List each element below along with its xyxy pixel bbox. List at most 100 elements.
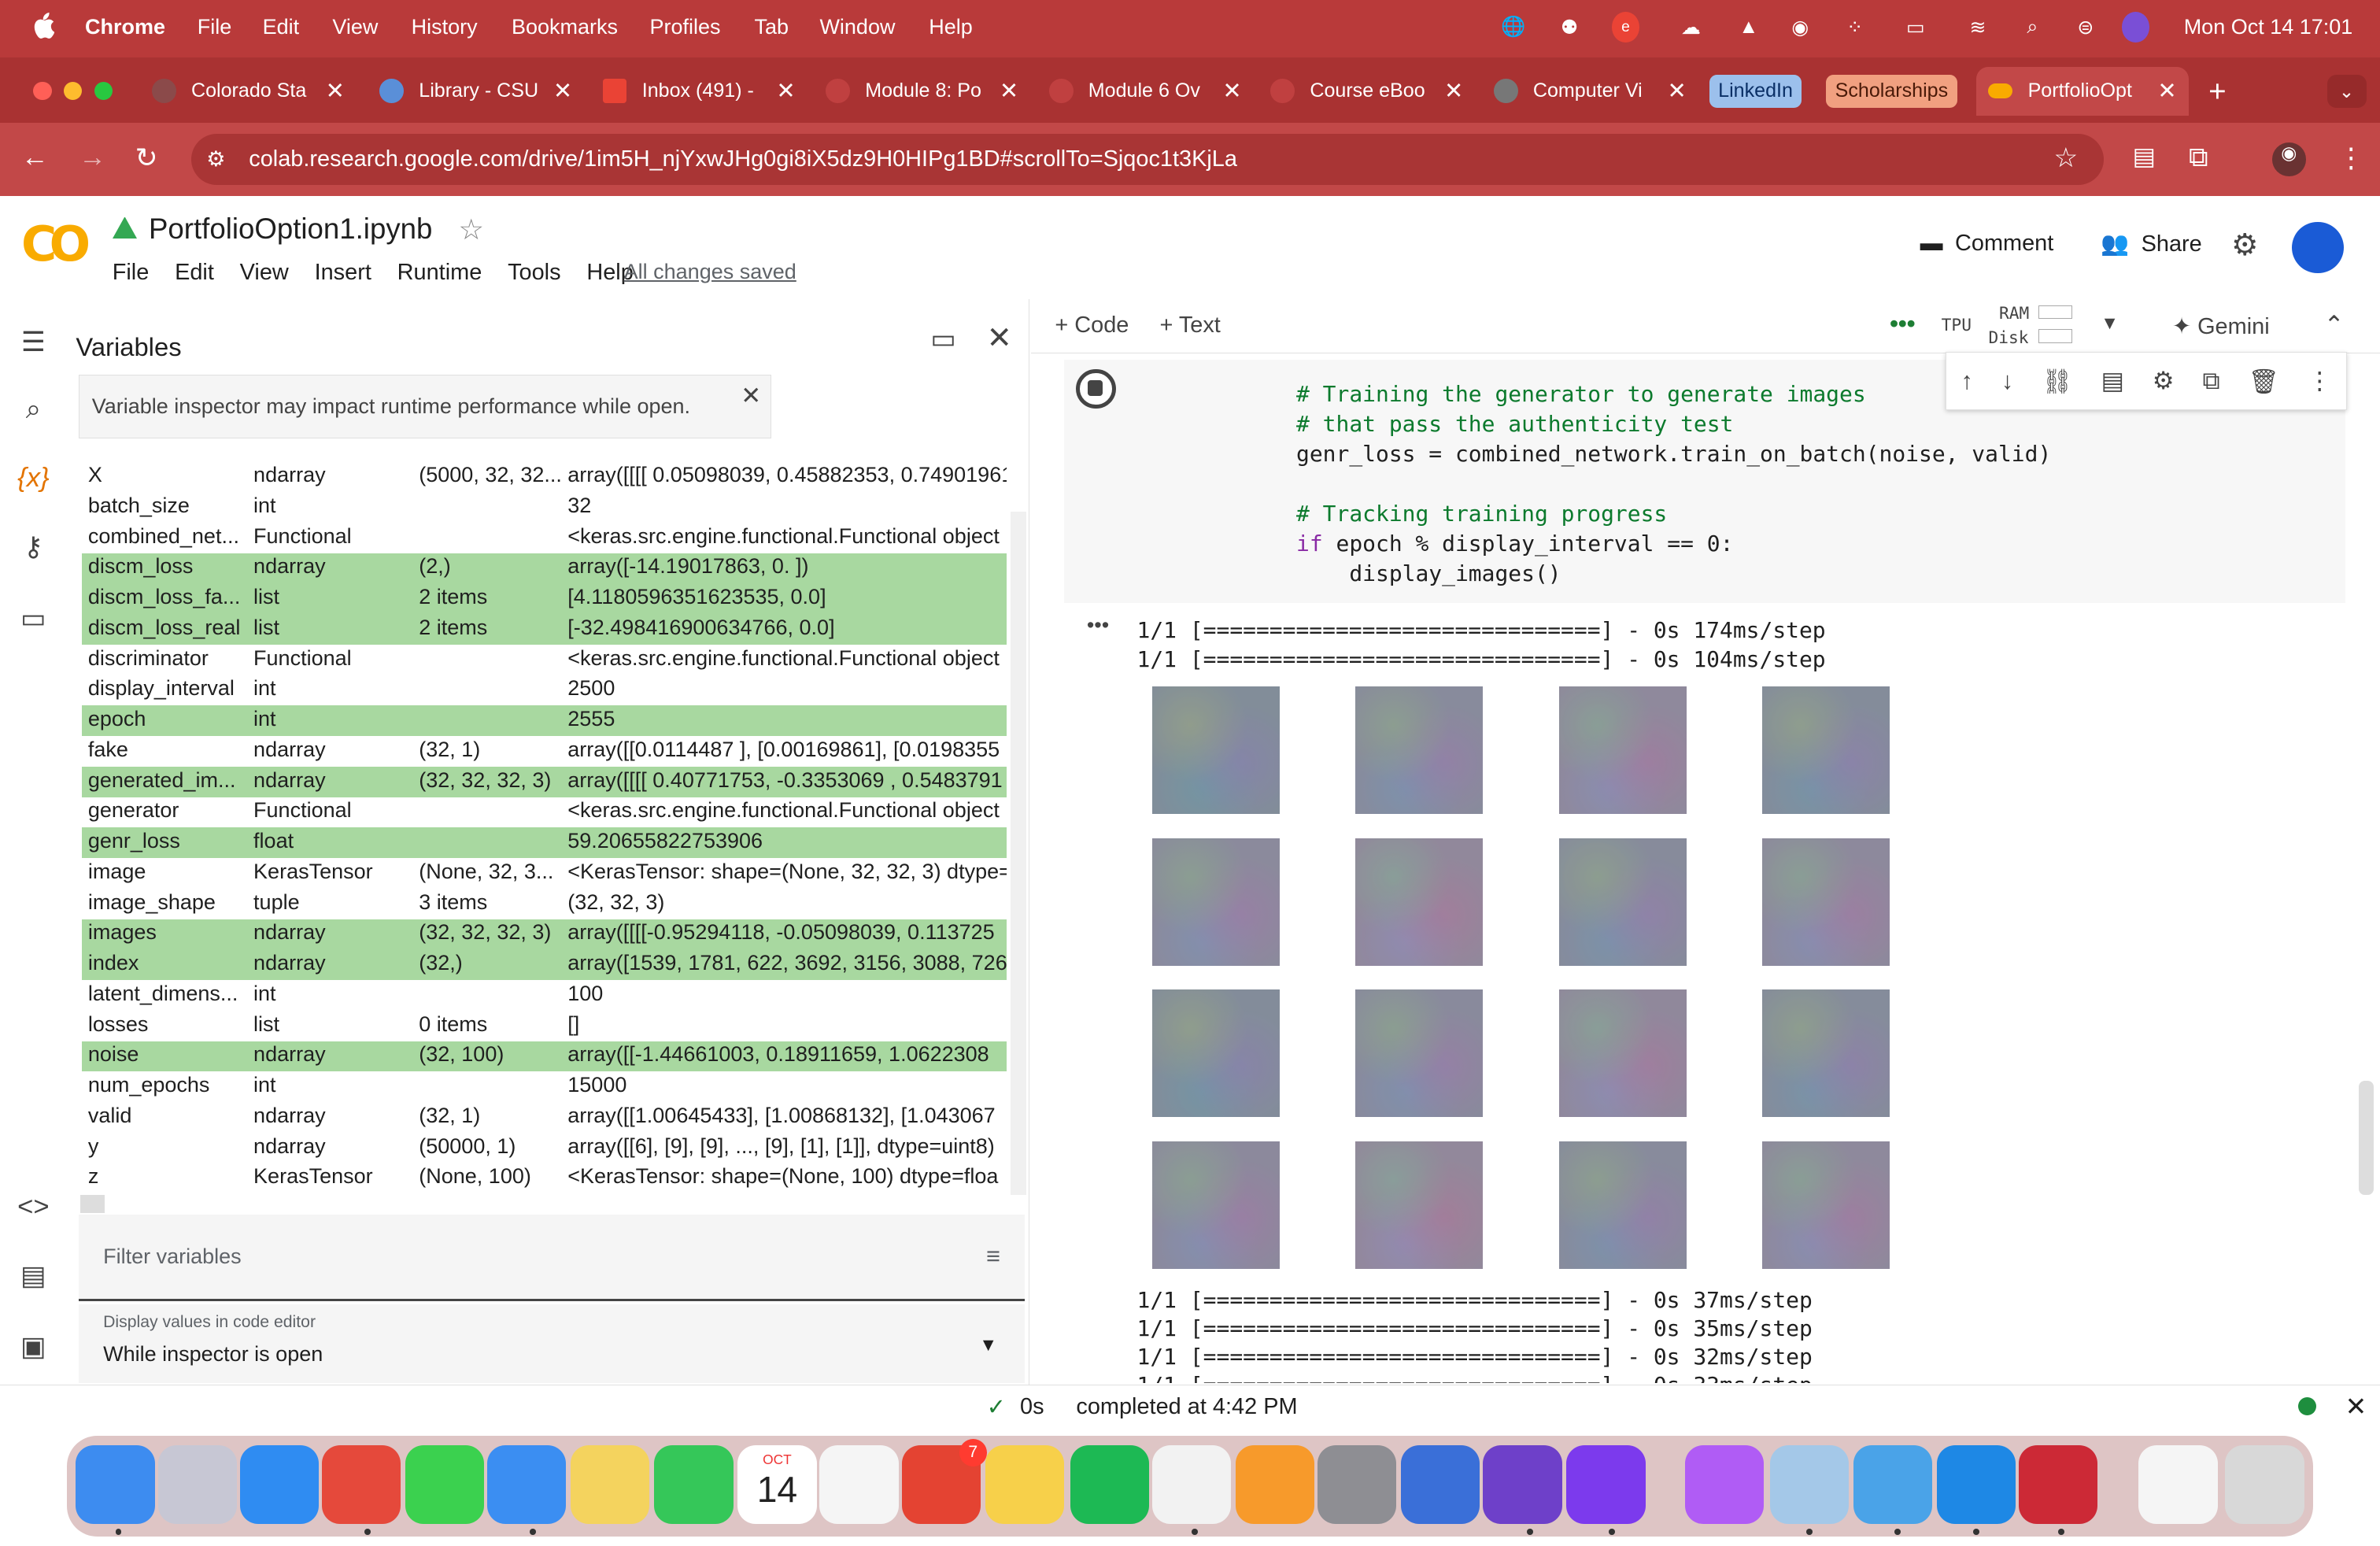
runtime-type[interactable]: TPU bbox=[1942, 316, 1972, 335]
more-dots-icon[interactable]: ••• bbox=[1890, 309, 1915, 338]
tab-close-icon[interactable]: ✕ bbox=[1000, 77, 1018, 105]
notebook-title[interactable]: PortfolioOption1.ipynb bbox=[149, 213, 432, 246]
menu-window[interactable]: Window bbox=[819, 15, 895, 39]
safari-icon[interactable] bbox=[239, 1445, 319, 1525]
finder-icon[interactable] bbox=[76, 1445, 155, 1525]
completed-status[interactable]: completed at 4:42 PM bbox=[1076, 1394, 1297, 1420]
variable-row[interactable]: losses list 0 items [] bbox=[82, 1011, 1007, 1041]
todoist-icon[interactable]: 7 bbox=[901, 1439, 987, 1525]
variable-row[interactable]: y ndarray (50000, 1) array([[6], [9], [9], … bbox=[82, 1133, 1007, 1163]
runtime-dropdown-icon[interactable]: ▼ bbox=[2101, 313, 2119, 334]
file-icon[interactable] bbox=[1151, 1445, 1232, 1525]
reminders-icon[interactable] bbox=[819, 1445, 899, 1525]
filter-variables-input[interactable]: Filter variables ≡ bbox=[79, 1214, 1025, 1301]
menu-insert[interactable]: Insert bbox=[315, 260, 371, 286]
tab-gmail-inbox[interactable]: Inbox (491) - ✕ bbox=[602, 67, 808, 116]
siri-icon[interactable] bbox=[2122, 12, 2149, 43]
preview-icon[interactable] bbox=[1769, 1445, 1850, 1525]
variable-row[interactable]: latent_dimens... int 100 bbox=[82, 980, 1007, 1011]
menu-bookmarks[interactable]: Bookmarks bbox=[512, 15, 618, 39]
vscode-icon[interactable] bbox=[1936, 1445, 2016, 1525]
link-icon[interactable]: ⛓ bbox=[2042, 367, 2072, 396]
share-button[interactable]: 👥 Share bbox=[2101, 231, 2202, 257]
user-circle-icon[interactable]: ◉ bbox=[1787, 12, 1814, 43]
drive-icon[interactable]: ▲ bbox=[1735, 12, 1762, 43]
reader-icon[interactable]: ▤ bbox=[2133, 142, 2156, 171]
photos-icon[interactable] bbox=[571, 1445, 650, 1525]
variable-row[interactable]: image_shape tuple 3 items (32, 32, 3) bbox=[82, 889, 1007, 919]
cloud-icon[interactable]: ☁ bbox=[1672, 12, 1709, 43]
variable-row[interactable]: discriminator Functional <keras.src.engine… bbox=[82, 645, 1007, 675]
tab-search-chevron-icon[interactable]: ⌄ bbox=[2326, 74, 2367, 108]
globe-icon[interactable]: 🌐 bbox=[1499, 12, 1527, 43]
add-code-button[interactable]: + Code bbox=[1055, 313, 1129, 338]
close-pane-icon[interactable]: ✕ bbox=[987, 320, 1012, 356]
tab-module-8[interactable]: Module 8: Po ✕ bbox=[826, 67, 1030, 116]
tab-close-icon[interactable]: ✕ bbox=[776, 77, 795, 105]
horizontal-scroll-thumb[interactable] bbox=[80, 1194, 105, 1213]
variable-row[interactable]: image KerasTensor (None, 32, 3... <KerasTen… bbox=[82, 858, 1007, 889]
add-text-button[interactable]: + Text bbox=[1159, 313, 1220, 338]
variable-row[interactable]: generator Functional <keras.src.engine.fun… bbox=[82, 797, 1007, 828]
secrets-key-icon[interactable]: ⚷ bbox=[15, 531, 51, 568]
apple-icon[interactable] bbox=[31, 12, 55, 39]
filter-icon[interactable]: ≡ bbox=[986, 1242, 1000, 1270]
comment-button[interactable]: ▬ Comment bbox=[1920, 231, 2054, 257]
back-arrow-icon[interactable]: ← bbox=[21, 142, 49, 173]
google-drive-icon[interactable] bbox=[112, 214, 137, 239]
menu-app-name[interactable]: Chrome bbox=[85, 15, 165, 39]
control-center-icon[interactable]: ⊜ bbox=[2071, 12, 2101, 43]
table-of-contents-icon[interactable]: ☰ bbox=[15, 327, 51, 363]
reload-icon[interactable]: ↻ bbox=[135, 142, 158, 174]
extensions-icon[interactable]: ⧉ bbox=[2189, 142, 2208, 173]
mail-icon[interactable] bbox=[487, 1445, 567, 1525]
delete-trash-icon[interactable]: 🗑 bbox=[2249, 367, 2279, 396]
tab-close-icon[interactable]: ✕ bbox=[1667, 77, 1686, 105]
colab-logo[interactable]: CO bbox=[21, 216, 91, 272]
variable-row[interactable]: noise ndarray (32, 100) array([[-1.44661003… bbox=[82, 1041, 1007, 1072]
notes-icon[interactable] bbox=[985, 1445, 1064, 1525]
tab-close-icon[interactable]: ✕ bbox=[2157, 77, 2176, 105]
variable-row[interactable]: fake ndarray (32, 1) array([[0.0114487 ], [… bbox=[82, 736, 1007, 767]
bookmark-linkedin[interactable]: LinkedIn bbox=[1709, 74, 1802, 108]
new-tab-plus-icon[interactable]: + bbox=[2208, 75, 2227, 109]
obsidian-icon[interactable] bbox=[1566, 1445, 1646, 1525]
variable-row[interactable]: display_interval int 2500 bbox=[82, 675, 1007, 706]
variable-row[interactable]: discm_loss_real list 2 items [-32.498416900… bbox=[82, 614, 1007, 645]
comment-icon[interactable]: ▤ bbox=[2101, 367, 2124, 395]
command-palette-icon[interactable]: ▤ bbox=[15, 1260, 51, 1296]
notebook-scrollbar[interactable] bbox=[2359, 1081, 2374, 1195]
spotify-icon[interactable] bbox=[1070, 1445, 1149, 1525]
stop-execution-button[interactable] bbox=[1076, 368, 1116, 409]
variable-row[interactable]: discm_loss ndarray (2,) array([-14.19017863… bbox=[82, 553, 1007, 584]
terminal-icon[interactable]: ▣ bbox=[15, 1331, 51, 1367]
messages-icon[interactable] bbox=[405, 1445, 485, 1525]
open-in-tab-icon[interactable]: ▭ bbox=[930, 324, 956, 355]
tab-colorado-state[interactable]: Colorado Sta ✕ bbox=[151, 67, 357, 116]
variable-row[interactable]: combined_net... Functional <keras.src.engi… bbox=[82, 523, 1007, 553]
variable-row[interactable]: batch_size int 32 bbox=[82, 492, 1007, 523]
menu-file[interactable]: File bbox=[198, 15, 232, 39]
collapse-chevron-icon[interactable]: ⌃ bbox=[2324, 311, 2345, 339]
tab-library[interactable]: Library - CSU ✕ bbox=[379, 67, 584, 116]
tab-computer-vision[interactable]: Computer Vi ✕ bbox=[1493, 67, 1698, 116]
bookmark-scholarships[interactable]: Scholarships bbox=[1826, 74, 1957, 108]
tab-close-icon[interactable]: ✕ bbox=[553, 77, 572, 105]
variable-row[interactable]: num_epochs int 15000 bbox=[82, 1071, 1007, 1102]
tab-close-icon[interactable]: ✕ bbox=[1222, 77, 1241, 105]
address-bar-url[interactable]: colab.research.google.com/drive/1im5H_nj… bbox=[249, 146, 1237, 172]
menu-tab[interactable]: Tab bbox=[755, 15, 789, 39]
menu-view[interactable]: View bbox=[332, 15, 378, 39]
cell-settings-gear-icon[interactable]: ⚙ bbox=[2153, 367, 2175, 395]
code-snippets-icon[interactable]: <> bbox=[15, 1192, 51, 1228]
zoom-window-button[interactable] bbox=[94, 82, 113, 101]
star-notebook-icon[interactable]: ☆ bbox=[458, 213, 484, 246]
tab-portfolio-option[interactable]: PortfolioOpt ✕ bbox=[1976, 66, 2190, 116]
forward-arrow-icon[interactable]: → bbox=[79, 142, 106, 173]
tab-module-6[interactable]: Module 6 Ov ✕ bbox=[1048, 67, 1254, 116]
variable-row[interactable]: Xndarray (5000, 32, 32... array([[[[ 0.050… bbox=[82, 461, 1007, 492]
document-icon[interactable] bbox=[2138, 1445, 2218, 1525]
menu-edit[interactable]: Edit bbox=[263, 15, 300, 39]
mirror-cell-icon[interactable]: ⧉ bbox=[2202, 367, 2219, 396]
search-icon[interactable]: ⌕ bbox=[2019, 12, 2046, 43]
